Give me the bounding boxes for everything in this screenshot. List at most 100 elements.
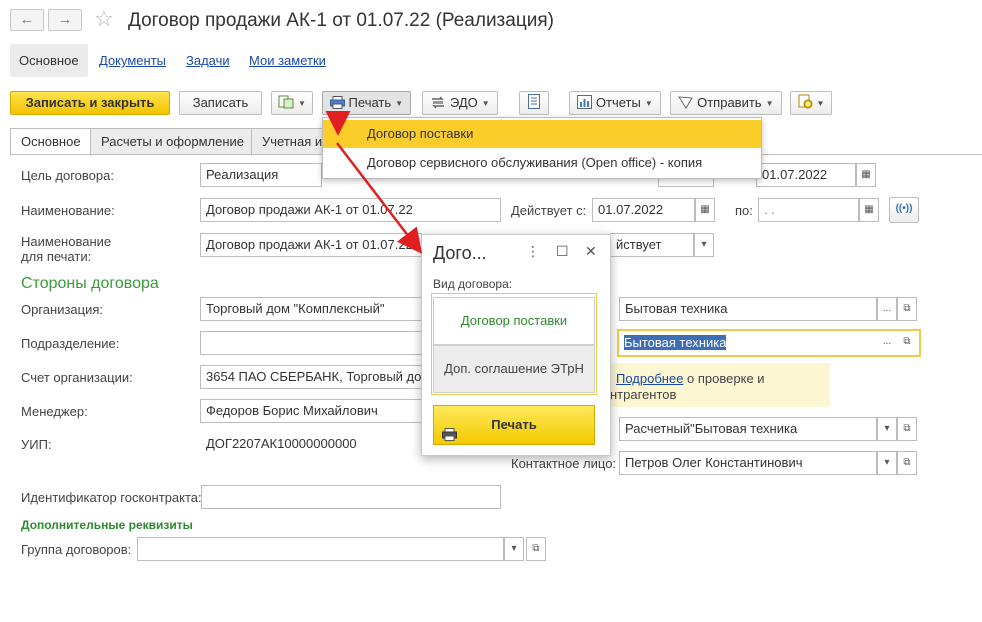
edo-button-label: ЭДО (449, 95, 478, 110)
info-text-2: нтрагентов (610, 387, 677, 402)
maximize-icon[interactable]: ☐ (556, 243, 569, 260)
contract-counterparty-field[interactable]: Бытовая техника (617, 329, 921, 357)
favorite-star-icon[interactable]: ☆ (94, 8, 114, 30)
open-icon[interactable]: ⧉ (897, 451, 917, 475)
select-button[interactable]: ... (877, 297, 897, 321)
document-title: Договор продажи АК-1 от 01.07.22 (Реализ… (128, 10, 554, 31)
create-based-on-icon (278, 94, 294, 116)
edo-icon (430, 94, 446, 116)
print-name-label-1: Наименование (21, 234, 112, 249)
dialog-print-button[interactable]: Печать (433, 405, 595, 445)
open-icon[interactable]: ⧉ (897, 417, 917, 441)
account-label: Счет организации: (21, 370, 133, 385)
extra-heading: Дополнительные реквизиты (21, 518, 193, 532)
printer-icon (329, 94, 345, 116)
group-label: Группа договоров: (21, 542, 132, 557)
menu-item-service-contract[interactable]: Договор сервисного обслуживания (Open of… (323, 149, 761, 177)
status-field[interactable]: йствует (610, 233, 694, 257)
structure-button[interactable] (519, 91, 549, 115)
selected-text: Бытовая техника (624, 335, 727, 350)
goal-field[interactable]: Реализация (200, 163, 322, 187)
name-field[interactable]: Договор продажи АК-1 от 01.07.22 (200, 198, 501, 222)
report-icon (577, 94, 593, 116)
print-button[interactable]: Печать ▼ (322, 91, 411, 115)
edo-button[interactable]: ЭДО ▼ (422, 91, 498, 115)
counterparty-field[interactable]: Бытовая техника (619, 297, 877, 321)
section-documents[interactable]: Документы (99, 44, 166, 77)
tab-settlements[interactable]: Расчеты и оформление (90, 128, 255, 155)
org-label: Организация: (21, 302, 104, 317)
dialog-print-label: Печать (491, 417, 537, 432)
open-icon[interactable]: ⧉ (526, 537, 546, 561)
document-list-icon (528, 94, 540, 116)
print-button-label: Печать (348, 95, 392, 110)
valid-to-field[interactable]: . . (758, 198, 859, 222)
printer-icon (442, 418, 457, 456)
save-button[interactable]: Записать (179, 91, 262, 115)
create-based-on-button[interactable]: ▼ (271, 91, 313, 115)
reports-button[interactable]: Отчеты ▼ (569, 91, 661, 115)
option-etrn-agreement[interactable]: Доп. соглашение ЭТрН (433, 345, 595, 393)
manager-field[interactable]: Федоров Борис Михайлович (200, 399, 422, 423)
select-button[interactable]: ... (877, 331, 897, 355)
send-button-label: Отправить (697, 95, 762, 110)
dept-field[interactable] (200, 331, 422, 355)
calendar-icon[interactable]: ▦ (856, 163, 876, 187)
tab-accounting[interactable]: Учетная и (251, 128, 331, 155)
print-name-label-2: для печати: (21, 249, 92, 264)
print-dialog: Дого... ⋮ ☐ ✕ Вид договора: Договор пост… (421, 234, 611, 456)
contact-label: Контактное лицо: (511, 456, 617, 471)
uip-field: ДОГ2207АК10000000000 (200, 432, 422, 456)
reports-button-label: Отчеты (595, 95, 641, 110)
settlement-field[interactable]: Расчетный"Бытовая техника (619, 417, 877, 441)
contact-field[interactable]: Петров Олег Константинович (619, 451, 877, 475)
chevron-down-icon: ▼ (298, 99, 306, 108)
send-icon (678, 94, 694, 116)
dropdown-icon[interactable]: ▾ (504, 537, 524, 561)
section-tasks[interactable]: Задачи (186, 44, 230, 77)
chevron-down-icon: ▼ (816, 99, 825, 108)
manager-label: Менеджер: (21, 404, 88, 419)
back-button[interactable]: ← (10, 9, 44, 31)
details-link[interactable]: Подробнее (616, 371, 683, 386)
send-button[interactable]: Отправить ▼ (670, 91, 782, 115)
print-name-field[interactable]: Договор продажи АК-1 от 01.07.22 (200, 233, 422, 257)
title-bar: ← → ☆ Договор продажи АК-1 от 01.07.22 (… (0, 0, 982, 44)
chevron-down-icon: ▼ (481, 99, 490, 108)
option-supply-contract[interactable]: Договор поставки (433, 297, 595, 345)
dropdown-icon[interactable]: ▾ (694, 233, 714, 257)
valid-from-field[interactable]: 01.07.2022 (592, 198, 695, 222)
calendar-icon[interactable]: ▦ (695, 198, 715, 222)
menu-item-supply-contract[interactable]: Договор поставки (323, 120, 761, 148)
signal-icon[interactable]: ((•)) (889, 197, 919, 223)
close-icon[interactable]: ✕ (585, 243, 597, 260)
more-icon[interactable]: ⋮ (526, 243, 540, 260)
section-main[interactable]: Основное (10, 44, 88, 77)
calendar-icon[interactable]: ▦ (859, 198, 879, 222)
arrow-right-icon: → (57, 11, 73, 28)
forward-button[interactable]: → (48, 9, 82, 31)
valid-to-label: по: (735, 203, 753, 218)
open-icon[interactable]: ⧉ (897, 297, 917, 321)
info-line-1: Подробнее о проверке и (616, 371, 765, 386)
section-notes[interactable]: Мои заметки (249, 44, 326, 77)
group-field[interactable] (137, 537, 504, 561)
valid-from-label: Действует с: (511, 203, 587, 218)
open-icon[interactable]: ⧉ (897, 331, 917, 355)
goal-label: Цель договора: (21, 168, 114, 183)
gov-label: Идентификатор госконтракта: (21, 490, 202, 505)
org-field[interactable]: Торговый дом "Комплексный" (200, 297, 422, 321)
gov-field[interactable] (201, 485, 501, 509)
dialog-title: Дого... (433, 243, 487, 263)
uip-label: УИП: (21, 437, 52, 452)
dropdown-icon[interactable]: ▾ (877, 451, 897, 475)
print-menu: Договор поставки Договор сервисного обсл… (322, 117, 762, 179)
parties-heading: Стороны договора (21, 275, 159, 292)
arrow-left-icon: ← (19, 11, 35, 28)
attachments-button[interactable]: ▼ (790, 91, 832, 115)
contract-date-field[interactable]: 01.07.2022 (756, 163, 856, 187)
account-field[interactable]: 3654 ПАО СБЕРБАНК, Торговый до (200, 365, 422, 389)
dropdown-icon[interactable]: ▾ (877, 417, 897, 441)
save-and-close-button[interactable]: Записать и закрыть (10, 91, 170, 115)
tab-main[interactable]: Основное (10, 128, 92, 156)
